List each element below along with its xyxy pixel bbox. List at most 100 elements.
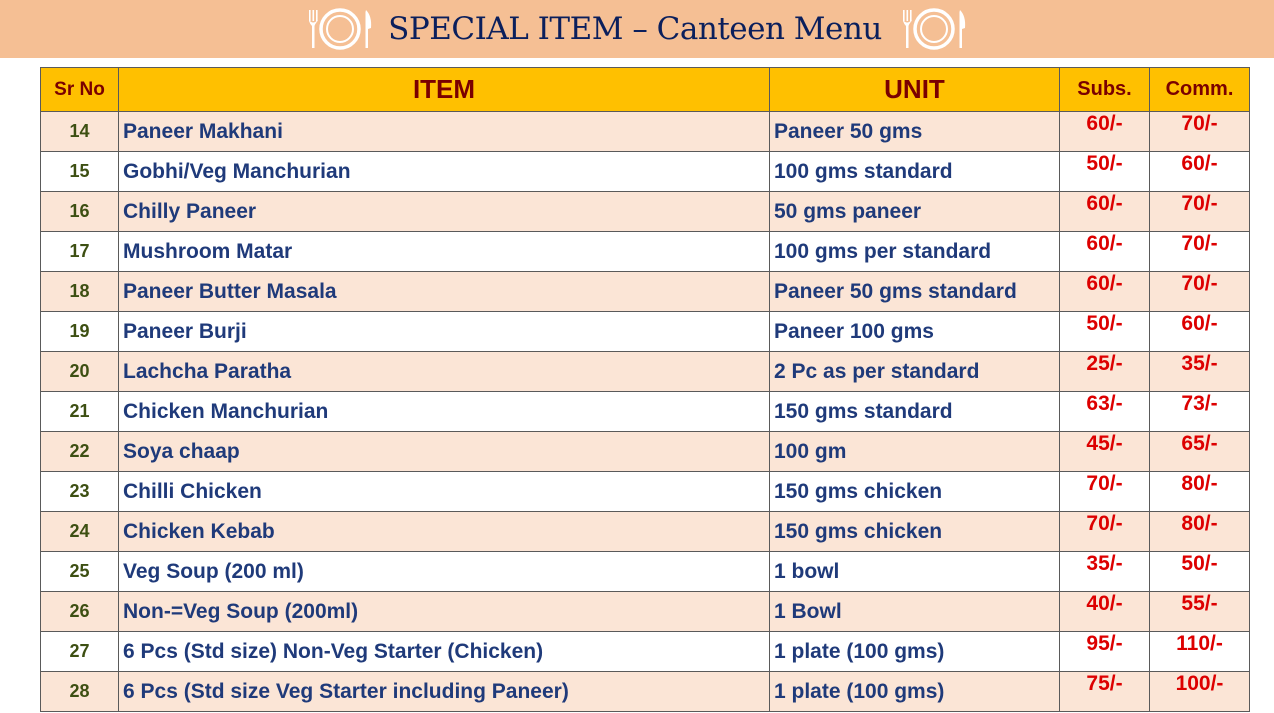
unit-cell: 150 gms standard (769, 391, 1060, 432)
menu-table: Sr No ITEM UNIT Subs. Comm. 14 Paneer Mak… (40, 67, 1250, 712)
sr-no-cell: 19 (40, 311, 119, 352)
subsidized-price-cell: 35/- (1059, 551, 1150, 592)
table-row: 24 Chicken Kebab 150 gms chicken 70/- 80/- (40, 511, 1250, 552)
item-name-cell: Lachcha Paratha (118, 351, 770, 392)
table-row: 25 Veg Soup (200 ml) 1 bowl 35/- 50/- (40, 551, 1250, 592)
unit-cell: Paneer 50 gms standard (769, 271, 1060, 312)
sr-no-cell: 18 (40, 271, 119, 312)
column-header-item: ITEM (118, 67, 770, 112)
unit-cell: 100 gms per standard (769, 231, 1060, 272)
unit-cell: Paneer 100 gms (769, 311, 1060, 352)
commercial-price-cell: 70/- (1149, 231, 1250, 272)
table-row: 16 Chilly Paneer 50 gms paneer 60/- 70/- (40, 191, 1250, 232)
commercial-price-cell: 70/- (1149, 271, 1250, 312)
sr-no-cell: 21 (40, 391, 119, 432)
sr-no-cell: 27 (40, 631, 119, 672)
subsidized-price-cell: 40/- (1059, 591, 1150, 632)
unit-cell: 150 gms chicken (769, 511, 1060, 552)
table-row: 23 Chilli Chicken 150 gms chicken 70/- 80/- (40, 471, 1250, 512)
sr-no-cell: 17 (40, 231, 119, 272)
unit-cell: Paneer 50 gms (769, 111, 1060, 152)
column-header-comm: Comm. (1149, 67, 1250, 112)
subsidized-price-cell: 75/- (1059, 671, 1150, 712)
subsidized-price-cell: 70/- (1059, 511, 1150, 552)
subsidized-price-cell: 25/- (1059, 351, 1150, 392)
sr-no-cell: 15 (40, 151, 119, 192)
sr-no-cell: 14 (40, 111, 119, 152)
commercial-price-cell: 110/- (1149, 631, 1250, 672)
unit-cell: 100 gms standard (769, 151, 1060, 192)
table-row: 26 Non-=Veg Soup (200ml) 1 Bowl 40/- 55/- (40, 591, 1250, 632)
sr-no-cell: 26 (40, 591, 119, 632)
table-row: 28 6 Pcs (Std size Veg Starter including … (40, 671, 1250, 712)
sr-no-cell: 28 (40, 671, 119, 712)
plate-cutlery-icon (309, 8, 372, 50)
item-name-cell: Chicken Kebab (118, 511, 770, 552)
commercial-price-cell: 35/- (1149, 351, 1250, 392)
subsidized-price-cell: 60/- (1059, 111, 1150, 152)
item-name-cell: 6 Pcs (Std size) Non-Veg Starter (Chicke… (118, 631, 770, 672)
item-name-cell: Paneer Butter Masala (118, 271, 770, 312)
unit-cell: 1 bowl (769, 551, 1060, 592)
item-name-cell: Chicken Manchurian (118, 391, 770, 432)
item-name-cell: Paneer Burji (118, 311, 770, 352)
commercial-price-cell: 100/- (1149, 671, 1250, 712)
table-row: 20 Lachcha Paratha 2 Pc as per standard 25/… (40, 351, 1250, 392)
unit-cell: 150 gms chicken (769, 471, 1060, 512)
unit-cell: 2 Pc as per standard (769, 351, 1060, 392)
subsidized-price-cell: 60/- (1059, 271, 1150, 312)
subsidized-price-cell: 95/- (1059, 631, 1150, 672)
item-name-cell: Paneer Makhani (118, 111, 770, 152)
page-title: SPECIAL ITEM – Canteen Menu (388, 11, 882, 47)
commercial-price-cell: 80/- (1149, 511, 1250, 552)
table-row: 15 Gobhi/Veg Manchurian 100 gms standard 50… (40, 151, 1250, 192)
unit-cell: 1 Bowl (769, 591, 1060, 632)
table-row: 21 Chicken Manchurian 150 gms standard 63/-… (40, 391, 1250, 432)
sr-no-cell: 23 (40, 471, 119, 512)
subsidized-price-cell: 45/- (1059, 431, 1150, 472)
item-name-cell: Soya chaap (118, 431, 770, 472)
sr-no-cell: 24 (40, 511, 119, 552)
subsidized-price-cell: 70/- (1059, 471, 1150, 512)
commercial-price-cell: 73/- (1149, 391, 1250, 432)
unit-cell: 50 gms paneer (769, 191, 1060, 232)
table-row: 22 Soya chaap 100 gm 45/- 65/- (40, 431, 1250, 472)
commercial-price-cell: 60/- (1149, 311, 1250, 352)
table-header-row: Sr No ITEM UNIT Subs. Comm. (40, 67, 1250, 112)
commercial-price-cell: 80/- (1149, 471, 1250, 512)
title-bar: SPECIAL ITEM – Canteen Menu (0, 0, 1274, 58)
item-name-cell: Mushroom Matar (118, 231, 770, 272)
table-row: 19 Paneer Burji Paneer 100 gms 50/- 60/- (40, 311, 1250, 352)
commercial-price-cell: 55/- (1149, 591, 1250, 632)
commercial-price-cell: 65/- (1149, 431, 1250, 472)
unit-cell: 1 plate (100 gms) (769, 671, 1060, 712)
commercial-price-cell: 50/- (1149, 551, 1250, 592)
column-header-unit: UNIT (769, 67, 1060, 112)
subsidized-price-cell: 50/- (1059, 151, 1150, 192)
subsidized-price-cell: 60/- (1059, 191, 1150, 232)
unit-cell: 100 gm (769, 431, 1060, 472)
sr-no-cell: 20 (40, 351, 119, 392)
subsidized-price-cell: 60/- (1059, 231, 1150, 272)
column-header-subs: Subs. (1059, 67, 1150, 112)
table-row: 17 Mushroom Matar 100 gms per standard 60/-… (40, 231, 1250, 272)
subsidized-price-cell: 63/- (1059, 391, 1150, 432)
item-name-cell: 6 Pcs (Std size Veg Starter including Pa… (118, 671, 770, 712)
item-name-cell: Veg Soup (200 ml) (118, 551, 770, 592)
sr-no-cell: 16 (40, 191, 119, 232)
commercial-price-cell: 70/- (1149, 191, 1250, 232)
unit-cell: 1 plate (100 gms) (769, 631, 1060, 672)
commercial-price-cell: 70/- (1149, 111, 1250, 152)
table-row: 14 Paneer Makhani Paneer 50 gms 60/- 70/- (40, 111, 1250, 152)
item-name-cell: Gobhi/Veg Manchurian (118, 151, 770, 192)
table-row: 27 6 Pcs (Std size) Non-Veg Starter (Chic… (40, 631, 1250, 672)
item-name-cell: Non-=Veg Soup (200ml) (118, 591, 770, 632)
plate-cutlery-icon (902, 8, 965, 50)
item-name-cell: Chilli Chicken (118, 471, 770, 512)
subsidized-price-cell: 50/- (1059, 311, 1150, 352)
sr-no-cell: 22 (40, 431, 119, 472)
commercial-price-cell: 60/- (1149, 151, 1250, 192)
sr-no-cell: 25 (40, 551, 119, 592)
item-name-cell: Chilly Paneer (118, 191, 770, 232)
column-header-sr-no: Sr No (40, 67, 119, 112)
